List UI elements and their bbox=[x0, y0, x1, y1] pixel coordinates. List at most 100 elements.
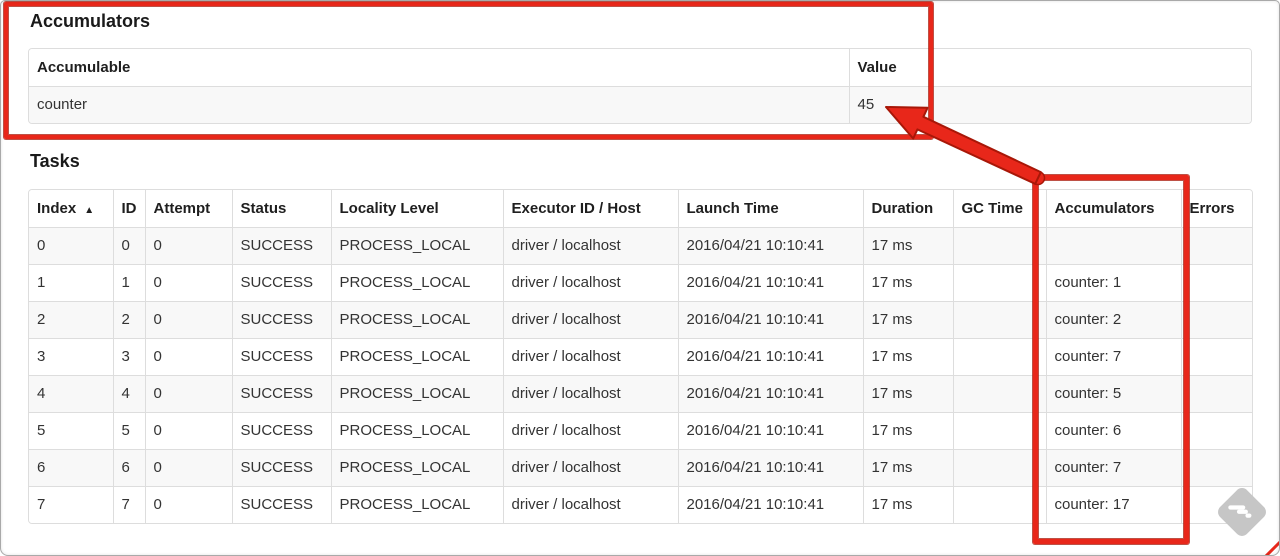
cell-launch-time: 2016/04/21 10:10:41 bbox=[678, 338, 864, 376]
cell-launch-time: 2016/04/21 10:10:41 bbox=[678, 301, 864, 339]
column-header-launch-time[interactable]: Launch Time bbox=[678, 190, 864, 228]
cell-executor-id-host: driver / localhost bbox=[503, 227, 679, 265]
cell-accumulators: counter: 1 bbox=[1046, 264, 1182, 302]
column-header-attempt[interactable]: Attempt bbox=[145, 190, 233, 228]
column-header-accumulators[interactable]: Accumulators bbox=[1046, 190, 1182, 228]
cell-gc-time bbox=[953, 375, 1047, 413]
cell-attempt: 0 bbox=[145, 301, 233, 339]
cell-status: SUCCESS bbox=[232, 486, 332, 523]
cell-locality-level: PROCESS_LOCAL bbox=[331, 449, 504, 487]
annotation-arrow-tail-cap bbox=[1030, 170, 1046, 186]
cell-value: 45 bbox=[849, 86, 1251, 123]
cell-duration: 17 ms bbox=[863, 338, 954, 376]
cell-accumulable: counter bbox=[29, 86, 850, 123]
cell-executor-id-host: driver / localhost bbox=[503, 412, 679, 450]
column-header-index[interactable]: Index ▲ bbox=[29, 190, 114, 228]
task-row: 3 3 0 SUCCESS PROCESS_LOCAL driver / loc… bbox=[29, 338, 1252, 376]
cell-launch-time: 2016/04/21 10:10:41 bbox=[678, 264, 864, 302]
task-row: 6 6 0 SUCCESS PROCESS_LOCAL driver / loc… bbox=[29, 449, 1252, 487]
cell-locality-level: PROCESS_LOCAL bbox=[331, 412, 504, 450]
cell-executor-id-host: driver / localhost bbox=[503, 301, 679, 339]
cell-attempt: 0 bbox=[145, 338, 233, 376]
column-header-accumulable[interactable]: Accumulable bbox=[29, 49, 850, 87]
task-row: 2 2 0 SUCCESS PROCESS_LOCAL driver / loc… bbox=[29, 301, 1252, 339]
cell-id: 5 bbox=[113, 412, 146, 450]
cell-index: 2 bbox=[29, 301, 114, 339]
cell-id: 4 bbox=[113, 375, 146, 413]
column-header-id[interactable]: ID bbox=[113, 190, 146, 228]
cell-errors bbox=[1181, 486, 1252, 523]
cell-launch-time: 2016/04/21 10:10:41 bbox=[678, 486, 864, 523]
cell-launch-time: 2016/04/21 10:10:41 bbox=[678, 412, 864, 450]
task-row: 7 7 0 SUCCESS PROCESS_LOCAL driver / loc… bbox=[29, 486, 1252, 523]
cell-index: 6 bbox=[29, 449, 114, 487]
cell-status: SUCCESS bbox=[232, 338, 332, 376]
cell-executor-id-host: driver / localhost bbox=[503, 375, 679, 413]
column-header-errors[interactable]: Errors bbox=[1181, 190, 1252, 228]
cell-attempt: 0 bbox=[145, 375, 233, 413]
cell-attempt: 0 bbox=[145, 486, 233, 523]
cell-gc-time bbox=[953, 227, 1047, 265]
accumulator-row: counter 45 bbox=[29, 86, 1251, 123]
column-header-executor-id-host[interactable]: Executor ID / Host bbox=[503, 190, 679, 228]
index-header-label: Index bbox=[37, 199, 77, 217]
cell-locality-level: PROCESS_LOCAL bbox=[331, 227, 504, 265]
cell-duration: 17 ms bbox=[863, 227, 954, 265]
column-header-locality-level[interactable]: Locality Level bbox=[331, 190, 504, 228]
cell-locality-level: PROCESS_LOCAL bbox=[331, 486, 504, 523]
cell-executor-id-host: driver / localhost bbox=[503, 449, 679, 487]
cell-gc-time bbox=[953, 449, 1047, 487]
cell-attempt: 0 bbox=[145, 227, 233, 265]
cell-duration: 17 ms bbox=[863, 449, 954, 487]
sort-ascending-icon: ▲ bbox=[84, 204, 95, 216]
cell-status: SUCCESS bbox=[232, 227, 332, 265]
cell-accumulators: counter: 7 bbox=[1046, 338, 1182, 376]
cell-errors bbox=[1181, 412, 1252, 450]
column-header-duration[interactable]: Duration bbox=[863, 190, 954, 228]
task-row: 5 5 0 SUCCESS PROCESS_LOCAL driver / loc… bbox=[29, 412, 1252, 450]
cell-index: 5 bbox=[29, 412, 114, 450]
cell-index: 7 bbox=[29, 486, 114, 523]
cell-status: SUCCESS bbox=[232, 264, 332, 302]
cell-locality-level: PROCESS_LOCAL bbox=[331, 375, 504, 413]
accumulators-table: Accumulable Value counter 45 bbox=[28, 48, 1252, 124]
cell-attempt: 0 bbox=[145, 412, 233, 450]
cell-duration: 17 ms bbox=[863, 301, 954, 339]
annotation-corner-stroke bbox=[1263, 539, 1280, 556]
cell-locality-level: PROCESS_LOCAL bbox=[331, 338, 504, 376]
cell-attempt: 0 bbox=[145, 449, 233, 487]
cell-gc-time bbox=[953, 301, 1047, 339]
cell-executor-id-host: driver / localhost bbox=[503, 338, 679, 376]
cell-accumulators: counter: 2 bbox=[1046, 301, 1182, 339]
accumulators-header-row: Accumulable Value bbox=[29, 49, 1251, 87]
cell-launch-time: 2016/04/21 10:10:41 bbox=[678, 375, 864, 413]
cell-id: 3 bbox=[113, 338, 146, 376]
cell-errors bbox=[1181, 375, 1252, 413]
tasks-table: Index ▲ ID Attempt Status Locality Level … bbox=[28, 189, 1253, 524]
cell-index: 0 bbox=[29, 227, 114, 265]
cell-accumulators bbox=[1046, 227, 1182, 265]
cell-gc-time bbox=[953, 264, 1047, 302]
cell-errors bbox=[1181, 227, 1252, 265]
task-row: 0 0 0 SUCCESS PROCESS_LOCAL driver / loc… bbox=[29, 227, 1252, 265]
column-header-gc-time[interactable]: GC Time bbox=[953, 190, 1047, 228]
column-header-status[interactable]: Status bbox=[232, 190, 332, 228]
task-row: 4 4 0 SUCCESS PROCESS_LOCAL driver / loc… bbox=[29, 375, 1252, 413]
task-row: 1 1 0 SUCCESS PROCESS_LOCAL driver / loc… bbox=[29, 264, 1252, 302]
cell-launch-time: 2016/04/21 10:10:41 bbox=[678, 449, 864, 487]
cell-gc-time bbox=[953, 412, 1047, 450]
tasks-section-title: Tasks bbox=[30, 151, 80, 171]
column-header-value[interactable]: Value bbox=[849, 49, 1251, 87]
cell-locality-level: PROCESS_LOCAL bbox=[331, 301, 504, 339]
cell-errors bbox=[1181, 301, 1252, 339]
cell-id: 1 bbox=[113, 264, 146, 302]
cell-id: 6 bbox=[113, 449, 146, 487]
cell-duration: 17 ms bbox=[863, 486, 954, 523]
cell-index: 4 bbox=[29, 375, 114, 413]
cell-gc-time bbox=[953, 486, 1047, 523]
cell-status: SUCCESS bbox=[232, 449, 332, 487]
cell-index: 3 bbox=[29, 338, 114, 376]
cell-accumulators: counter: 7 bbox=[1046, 449, 1182, 487]
cell-errors bbox=[1181, 338, 1252, 376]
cell-executor-id-host: driver / localhost bbox=[503, 264, 679, 302]
